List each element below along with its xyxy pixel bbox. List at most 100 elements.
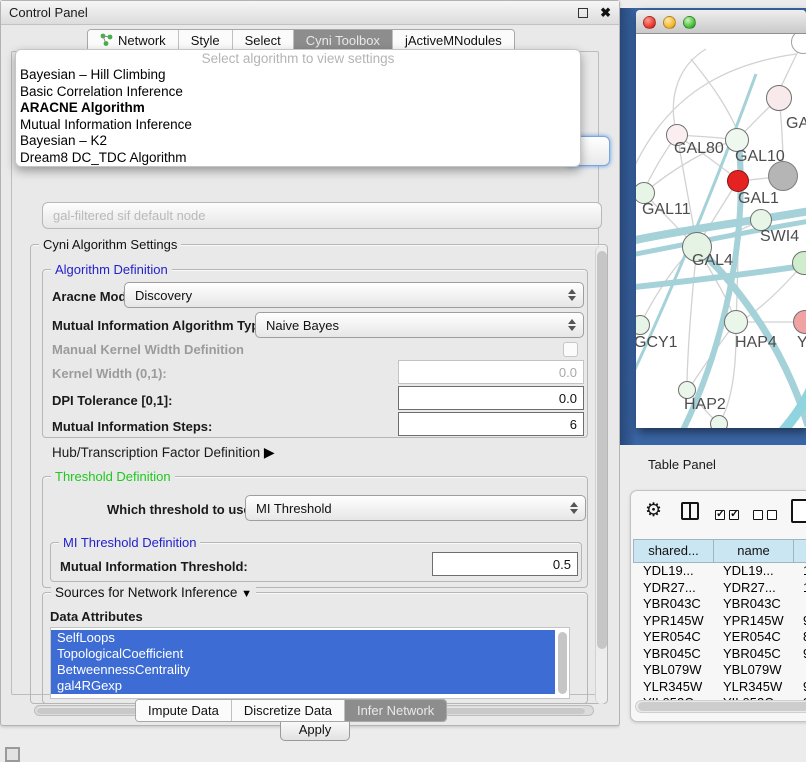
mi-threshold-label: Mutual Information Threshold: <box>60 559 248 574</box>
table-toolbar: ⚙ <box>631 491 806 537</box>
mi-threshold-group-title: MI Threshold Definition <box>59 535 200 550</box>
dropdown-item[interactable]: Bayesian – Hill Climbing <box>16 67 580 84</box>
network-view-window[interactable]: GAL GAL80 GAL10 GAL1 GAL11 SWI4 GAL4 GCY… <box>636 10 806 428</box>
deselect-all-columns-icon[interactable] <box>753 507 781 525</box>
node-label: SWI4 <box>760 228 799 246</box>
manual-kernel-checkbox[interactable] <box>563 342 578 357</box>
mi-threshold-field[interactable] <box>432 552 578 576</box>
tab-cyni-toolbox[interactable]: Cyni Toolbox <box>294 30 393 51</box>
tab-network-label: Network <box>118 33 166 48</box>
manual-kernel-label: Manual Kernel Width Definition <box>52 342 244 357</box>
kernel-width-field <box>398 360 584 384</box>
list-item[interactable]: BetweennessCentrality <box>51 662 555 678</box>
column-header[interactable]: shared... <box>633 539 713 563</box>
control-panel-window: Control Panel ✖ Network Style Select Cyn… <box>0 0 620 726</box>
node-unlabeled[interactable] <box>710 415 728 428</box>
close-traffic-light-icon[interactable] <box>643 16 656 29</box>
expanded-arrow-icon: ▼ <box>241 588 252 600</box>
float-panel-icon[interactable] <box>578 8 588 18</box>
table-row[interactable]: YBL079W YBL079W <box>633 662 806 679</box>
list-item[interactable]: SelfLoops <box>51 630 555 646</box>
which-threshold-combo[interactable]: MI Threshold <box>245 495 586 521</box>
control-panel-title: Control Panel <box>9 5 88 20</box>
node-label: GAL11 <box>642 201 691 219</box>
list-item[interactable]: TopologicalCoefficient <box>51 646 555 662</box>
tab-discretize-data[interactable]: Discretize Data <box>232 700 345 721</box>
table-panel: ⚙ shared... name A YDL19... YDL19... 13 <box>630 490 806 722</box>
table-panel-region: Table Panel ⚙ shared... name A YDL19... … <box>620 445 806 762</box>
control-panel-titlebar: Control Panel ✖ <box>1 1 619 25</box>
node-gal-partial[interactable] <box>766 85 792 111</box>
mi-type-combo[interactable]: Naive Bayes <box>255 312 584 338</box>
list-item[interactable]: gal4RGexp <box>51 678 555 694</box>
scrollbar-thumb[interactable] <box>597 251 607 649</box>
node-label: GAL80 <box>674 140 724 158</box>
new-table-icon[interactable] <box>791 499 806 523</box>
dock-panel-icon[interactable] <box>5 747 20 762</box>
table-row[interactable]: YBR045C YBR045C 9. <box>633 646 806 663</box>
table-row[interactable]: YBR043C YBR043C <box>633 596 806 613</box>
dpi-tolerance-field[interactable] <box>398 386 584 410</box>
network-icon <box>100 33 113 49</box>
network-selector-combo: gal-filtered sif default node <box>42 202 602 229</box>
tab-infer-network[interactable]: Infer Network <box>345 700 446 721</box>
select-all-columns-icon[interactable] <box>715 507 743 525</box>
node-label: GAL4 <box>692 252 733 270</box>
tab-jactivemnodules[interactable]: jActiveMNodules <box>393 30 514 51</box>
settings-scrollbar[interactable] <box>595 246 607 704</box>
data-attributes-label: Data Attributes <box>50 609 143 624</box>
node-label: GAL10 <box>735 148 785 166</box>
dpi-tolerance-label: DPI Tolerance [0,1]: <box>52 393 172 408</box>
tab-network[interactable]: Network <box>88 30 179 51</box>
algorithm-dropdown-popup: Select algorithm to view settings Bayesi… <box>15 49 581 167</box>
gear-icon[interactable]: ⚙ <box>645 499 662 522</box>
table-hscrollbar[interactable] <box>635 700 806 713</box>
node-gal1[interactable] <box>727 170 749 192</box>
combo-arrows-icon <box>568 289 576 301</box>
network-canvas[interactable]: GAL GAL80 GAL10 GAL1 GAL11 SWI4 GAL4 GCY… <box>636 34 806 428</box>
dropdown-item[interactable]: Basic Correlation Inference <box>16 84 580 101</box>
table-row[interactable]: YDR27... YDR27... 12 <box>633 580 806 597</box>
node-label: GCY1 <box>636 334 678 352</box>
close-icon[interactable]: ✖ <box>600 6 611 19</box>
combo-arrows-icon <box>568 319 576 331</box>
cyni-bottom-tabs: Impute Data Discretize Data Infer Networ… <box>135 699 447 722</box>
dropdown-item[interactable]: Dream8 DC_TDC Algorithm <box>16 150 580 167</box>
column-header[interactable]: A <box>793 539 806 563</box>
aracne-mode-combo[interactable]: Discovery <box>124 282 584 308</box>
minimize-traffic-light-icon[interactable] <box>663 16 676 29</box>
threshold-definition-title: Threshold Definition <box>51 469 175 484</box>
tab-style[interactable]: Style <box>179 30 233 51</box>
sources-group-title[interactable]: Sources for Network Inference ▼ <box>51 585 256 600</box>
columns-icon[interactable] <box>681 502 699 520</box>
cyni-settings-group-title: Cyni Algorithm Settings <box>39 237 181 252</box>
table-header-row: shared... name A <box>633 539 806 563</box>
kernel-width-label: Kernel Width (0,1): <box>52 366 167 381</box>
combo-arrows-icon <box>570 502 578 514</box>
list-scrollbar[interactable] <box>558 632 567 694</box>
table-row[interactable]: YER054C YER054C 8. <box>633 629 806 646</box>
table-row[interactable]: YDL19... YDL19... 13 <box>633 563 806 580</box>
algorithm-definition-title: Algorithm Definition <box>51 262 172 277</box>
network-window-titlebar[interactable] <box>636 10 806 34</box>
node-label: HAP4 <box>735 334 777 352</box>
dropdown-item[interactable]: Mutual Information Inference <box>16 117 580 134</box>
node-label: GAL1 <box>738 190 779 208</box>
table-row[interactable]: YLR345W YLR345W 9. <box>633 679 806 696</box>
node-hap4[interactable] <box>724 310 748 334</box>
scrollbar-thumb[interactable] <box>638 702 806 711</box>
column-header[interactable]: name <box>713 539 793 563</box>
node-label: GAL <box>786 115 806 133</box>
dropdown-item-selected[interactable]: ARACNE Algorithm <box>16 100 580 117</box>
tab-select[interactable]: Select <box>233 30 294 51</box>
mi-steps-field[interactable] <box>398 412 584 436</box>
data-attributes-list[interactable]: SelfLoops TopologicalCoefficient Between… <box>50 627 570 699</box>
hub-definition-toggle[interactable]: Hub/Transcription Factor Definition ▶ <box>52 444 275 461</box>
collapsed-arrow-icon: ▶ <box>264 444 275 461</box>
network-desktop: GAL GAL80 GAL10 GAL1 GAL11 SWI4 GAL4 GCY… <box>620 8 806 445</box>
zoom-traffic-light-icon[interactable] <box>683 16 696 29</box>
tab-impute-data[interactable]: Impute Data <box>136 700 232 721</box>
table-row[interactable]: YPR145W YPR145W 9. <box>633 613 806 630</box>
node-table: shared... name A YDL19... YDL19... 13 YD… <box>633 539 806 712</box>
dropdown-item[interactable]: Bayesian – K2 <box>16 133 580 150</box>
